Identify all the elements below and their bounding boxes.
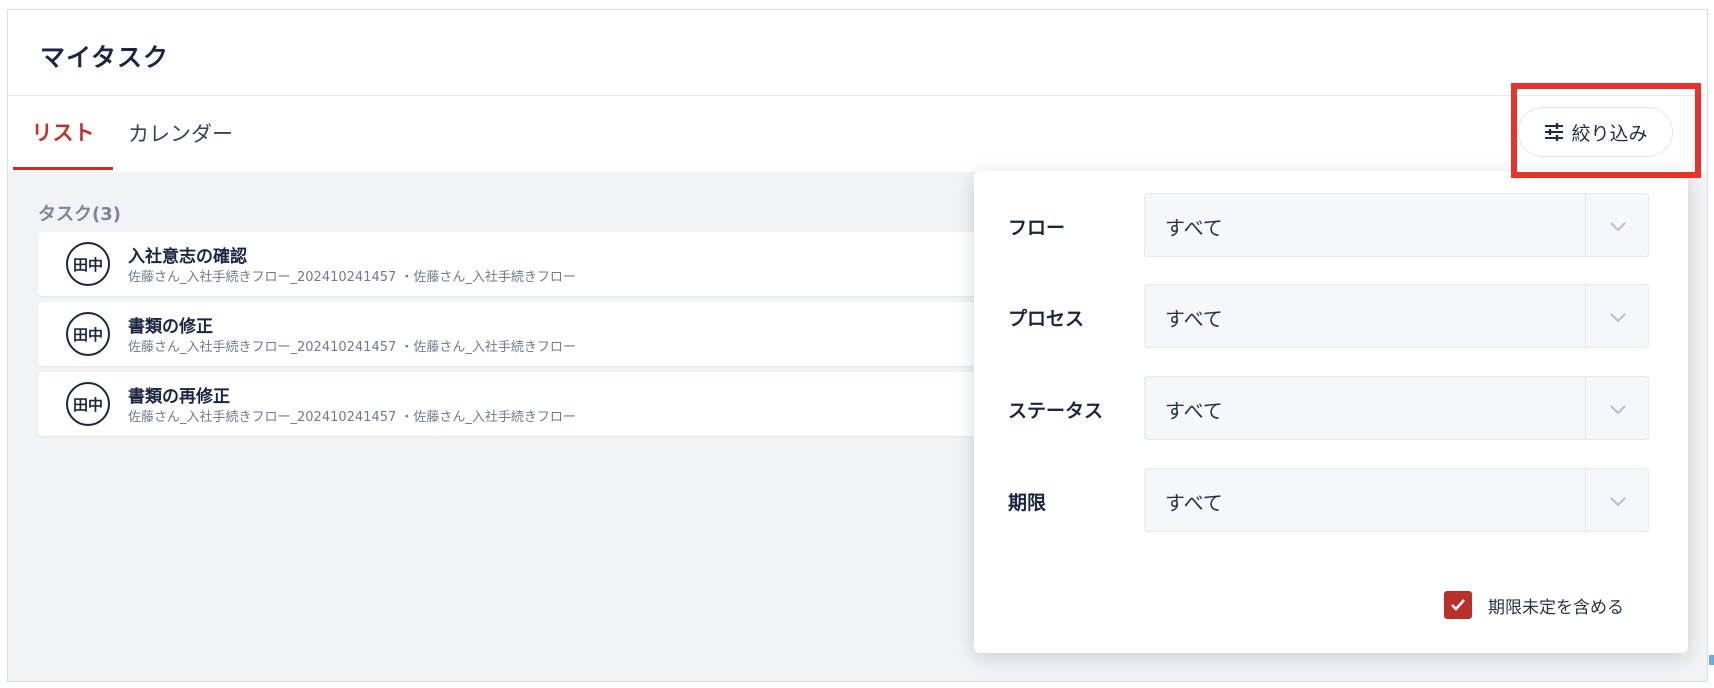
flow-select[interactable]: すべて [1144,193,1649,257]
task-item[interactable]: 田中 入社意志の確認 佐藤さん_入社手続きフロー_202410241457 ・佐… [38,232,988,296]
process-select-value: すべて [1165,307,1223,331]
task-subtitle: 佐藤さん_入社手続きフロー_202410241457 ・佐藤さん_入社手続きフロ… [128,410,576,425]
page-header: マイタスク [8,10,1707,96]
select-divider [1585,285,1586,347]
status-filter-label: ステータス [1008,400,1104,422]
task-count-label: タスク(3) [38,204,121,225]
task-title: 書類の修正 [128,317,213,337]
sliders-icon [1545,123,1564,141]
chevron-down-icon [1610,405,1626,415]
avatar: 田中 [66,242,110,286]
select-divider [1585,377,1586,439]
task-subtitle: 佐藤さん_入社手続きフロー_202410241457 ・佐藤さん_入社手続きフロ… [128,340,576,355]
chevron-down-icon [1610,222,1626,232]
process-select[interactable]: すべて [1144,284,1649,348]
status-select-value: すべて [1165,399,1223,423]
avatar: 田中 [66,382,110,426]
process-filter-label: プロセス [1008,308,1085,330]
edge-marker [1709,655,1714,665]
my-task-window: マイタスク リスト カレンダー 絞り込み タスク(3) 田中 入社意志の確認 佐… [7,9,1708,682]
select-divider [1585,194,1586,256]
deadline-filter-label: 期限 [1008,492,1047,514]
include-undecided-checkbox[interactable] [1444,591,1472,619]
deadline-select-value: すべて [1165,491,1223,515]
task-title: 入社意志の確認 [128,247,247,267]
deadline-select[interactable]: すべて [1144,468,1649,532]
filter-panel: フロー すべて プロセス すべて ステータス すべて 期限 すべて 期限未定を含… [974,171,1688,653]
flow-select-value: すべて [1165,216,1223,240]
tab-bar: リスト カレンダー 絞り込み [8,96,1707,172]
flow-filter-label: フロー [1008,217,1066,239]
avatar: 田中 [66,312,110,356]
select-divider [1585,469,1586,531]
include-undecided-label: 期限未定を含める [1488,598,1624,618]
status-select[interactable]: すべて [1144,376,1649,440]
task-subtitle: 佐藤さん_入社手続きフロー_202410241457 ・佐藤さん_入社手続きフロ… [128,270,576,285]
filter-button-label: 絞り込み [1571,122,1648,145]
page-title: マイタスク [40,43,170,72]
chevron-down-icon [1610,313,1626,323]
task-title: 書類の再修正 [128,387,230,407]
task-item[interactable]: 田中 書類の再修正 佐藤さん_入社手続きフロー_202410241457 ・佐藤… [38,372,988,436]
chevron-down-icon [1610,497,1626,507]
task-list: 田中 入社意志の確認 佐藤さん_入社手続きフロー_202410241457 ・佐… [38,232,988,442]
tab-list[interactable]: リスト [13,96,113,170]
checkmark-icon [1451,599,1465,611]
tab-calendar[interactable]: カレンダー [118,96,243,170]
task-item[interactable]: 田中 書類の修正 佐藤さん_入社手続きフロー_202410241457 ・佐藤さ… [38,302,988,366]
filter-button[interactable]: 絞り込み [1518,107,1673,157]
